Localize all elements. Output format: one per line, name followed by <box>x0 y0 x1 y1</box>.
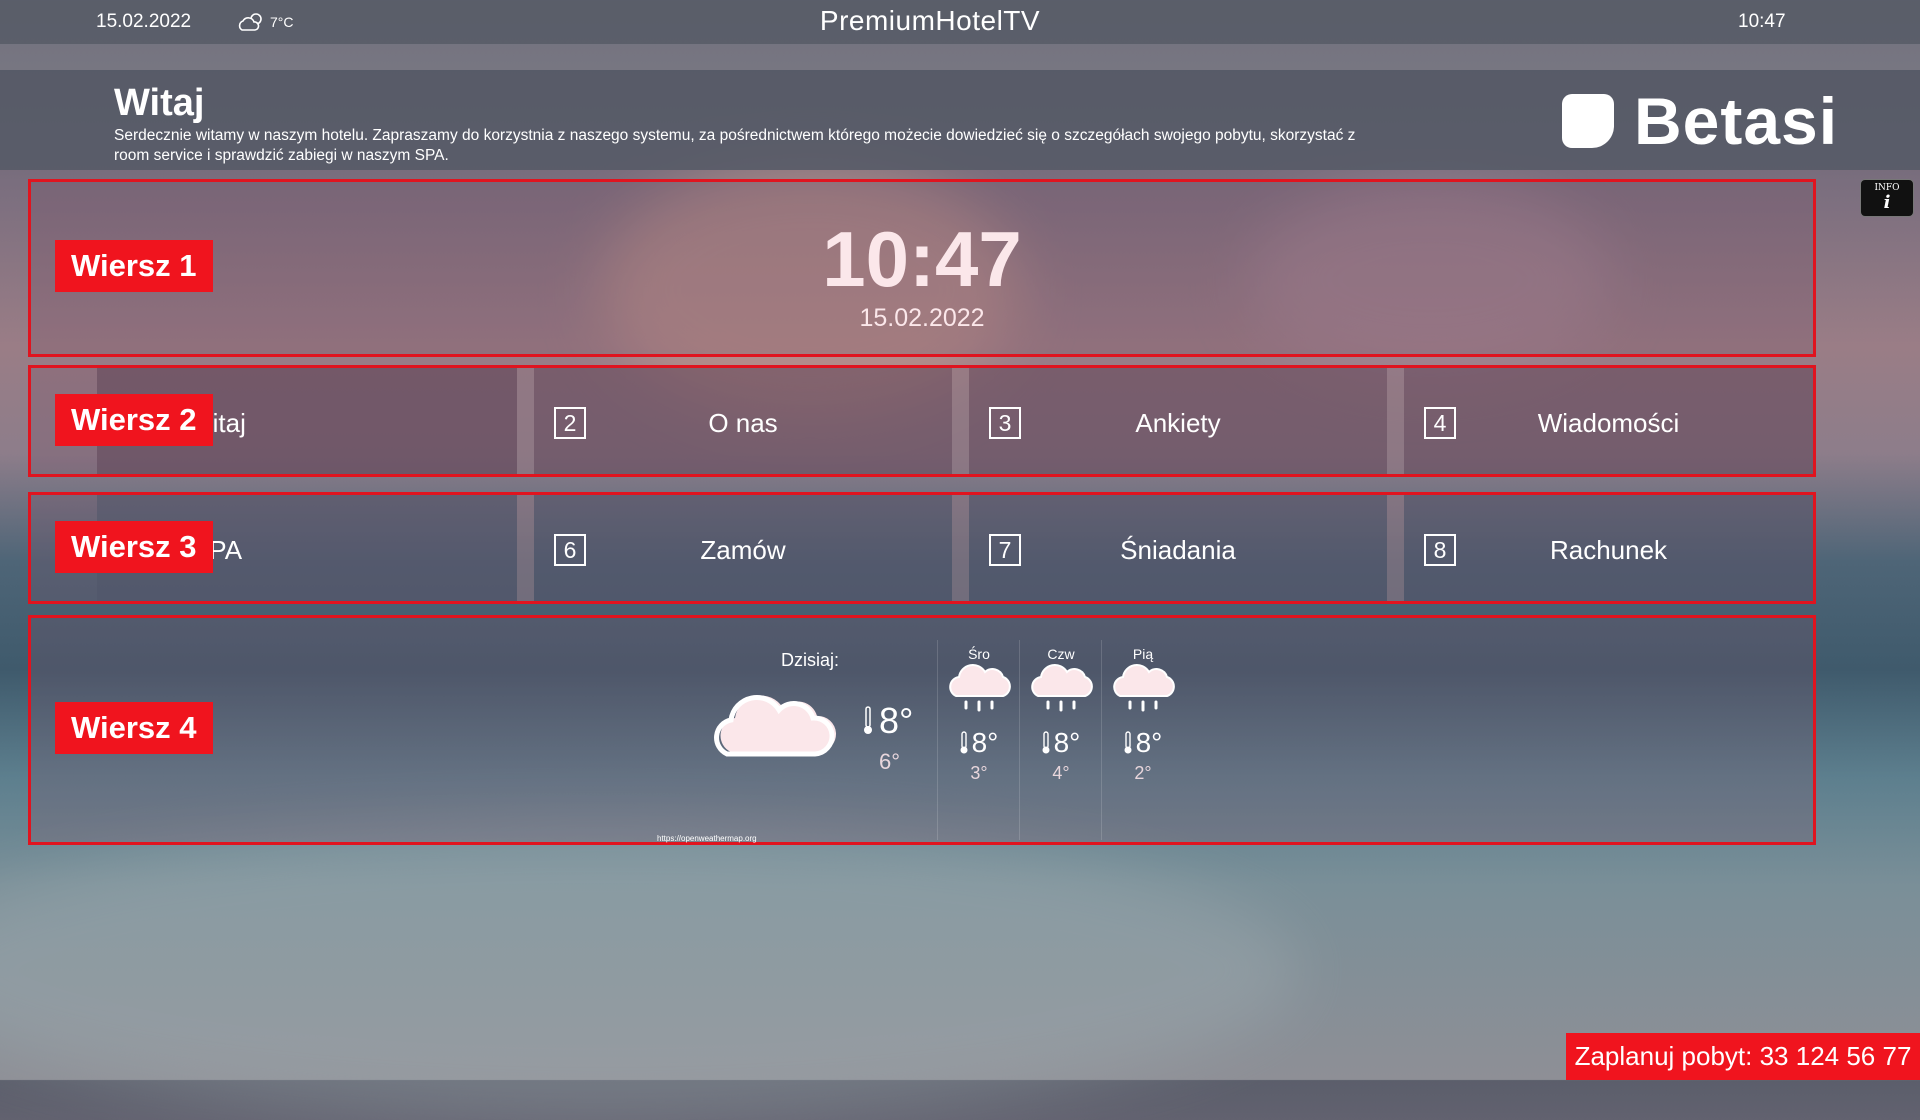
menu-item-label: Rachunek <box>1549 535 1668 565</box>
forecast-divider <box>937 640 938 840</box>
row-3: SPA 6 Zamów 7 Śniadania 8 Rachunek Wiers… <box>28 492 1816 604</box>
weather-today-min: 6° <box>879 749 901 774</box>
background-sea <box>0 820 1300 1120</box>
menu-divider <box>517 495 534 601</box>
menu-divider <box>1387 495 1404 601</box>
forecast-max-value: 8° <box>1053 727 1081 758</box>
thermometer-icon <box>1124 731 1132 754</box>
menu-item-label: Śniadania <box>1120 535 1236 565</box>
row-label: Wiersz 3 <box>55 521 213 573</box>
row-1: Wiersz 1 10:47 15.02.2022 <box>28 179 1816 357</box>
forecast-day: Czw 8° 4° <box>1021 640 1101 835</box>
weather-today-max-value: 8° <box>879 700 914 741</box>
weather-widget: Dzisiaj: 8° 6° Śro 8° 3° Czw 8° 4° Pią 8… <box>31 618 1813 843</box>
top-bar: 15.02.2022 7°C PremiumHotelTV 10:47 <box>0 0 1920 44</box>
booking-banner[interactable]: Zaplanuj pobyt: 33 124 56 77 <box>1566 1033 1920 1080</box>
forecast-divider <box>1019 640 1020 840</box>
forecast-min: 4° <box>1052 763 1070 783</box>
row-label: Wiersz 2 <box>55 394 213 446</box>
menu-item-sniadania[interactable]: 7 Śniadania <box>969 495 1387 601</box>
menu-item-rachunek[interactable]: 8 Rachunek <box>1404 495 1813 601</box>
logo-text: Betasi <box>1634 84 1839 158</box>
info-icon: i <box>1883 192 1891 213</box>
forecast-day: Pią 8° 2° <box>1103 640 1183 835</box>
forecast-day-name: Śro <box>968 646 990 662</box>
forecast-max: 8° <box>1103 727 1183 759</box>
big-clock: 10:47 <box>822 215 1022 303</box>
weather-today-label: Dzisiaj: <box>781 650 840 670</box>
forecast-day-name: Czw <box>1047 646 1075 662</box>
menu-divider <box>1387 368 1404 474</box>
menu-item-label: O nas <box>708 408 778 438</box>
forecast-divider <box>1101 640 1102 840</box>
betasi-logo: Betasi <box>1562 88 1838 154</box>
menu-item-label: Wiadomości <box>1537 408 1680 438</box>
page-title: Witaj <box>114 82 205 124</box>
welcome-header: Witaj Serdecznie witamy w naszym hotelu.… <box>0 70 1920 170</box>
forecast-max: 8° <box>939 727 1019 759</box>
header-divider <box>0 44 1920 70</box>
welcome-text: Serdecznie witamy w naszym hotelu. Zapra… <box>114 127 1356 164</box>
forecast-min: 2° <box>1134 763 1152 783</box>
menu-divider <box>952 495 969 601</box>
row-2: Witaj 2 O nas 3 Ankiety 4 Wiadomości Wie… <box>28 365 1816 477</box>
forecast-max: 8° <box>1021 727 1101 759</box>
menu-divider <box>952 368 969 474</box>
cloud-rain-icon <box>1031 663 1093 712</box>
forecast-max-value: 8° <box>971 727 999 758</box>
weather-today-max: 8° <box>863 700 913 742</box>
info-button[interactable]: INFO i <box>1860 179 1914 217</box>
menu-item-label: Zamów <box>700 535 786 565</box>
menu-item-label: Ankiety <box>1135 408 1221 438</box>
forecast-day: Śro 8° 3° <box>939 640 1019 835</box>
menu-item-o-nas[interactable]: 2 O nas <box>534 368 952 474</box>
clock-date: 15.02.2022 <box>859 304 985 332</box>
logo-mark <box>1562 94 1614 148</box>
thermometer-icon <box>864 706 872 734</box>
weather-source-link[interactable]: https://openweathermap.org <box>657 834 757 843</box>
app-title: PremiumHotelTV <box>819 5 1041 36</box>
menu-item-zamow[interactable]: 6 Zamów <box>534 495 952 601</box>
menu-divider <box>517 368 534 474</box>
forecast-max-value: 8° <box>1135 727 1163 758</box>
menu-item-ankiety[interactable]: 3 Ankiety <box>969 368 1387 474</box>
forecast-day-name: Pią <box>1132 646 1154 662</box>
menu-item-wiadomosci[interactable]: 4 Wiadomości <box>1404 368 1813 474</box>
cloud-rain-icon <box>949 663 1011 712</box>
thermometer-icon <box>960 731 968 754</box>
cloud-icon <box>714 695 837 757</box>
cloud-rain-icon <box>1113 663 1175 712</box>
top-time: 10:47 <box>1738 11 1786 32</box>
row-4: Wiersz 4 Dzisiaj: 8° 6° Śro 8° 3° Czw 8°… <box>28 615 1816 845</box>
thermometer-icon <box>1042 731 1050 754</box>
forecast-min: 3° <box>970 763 988 783</box>
